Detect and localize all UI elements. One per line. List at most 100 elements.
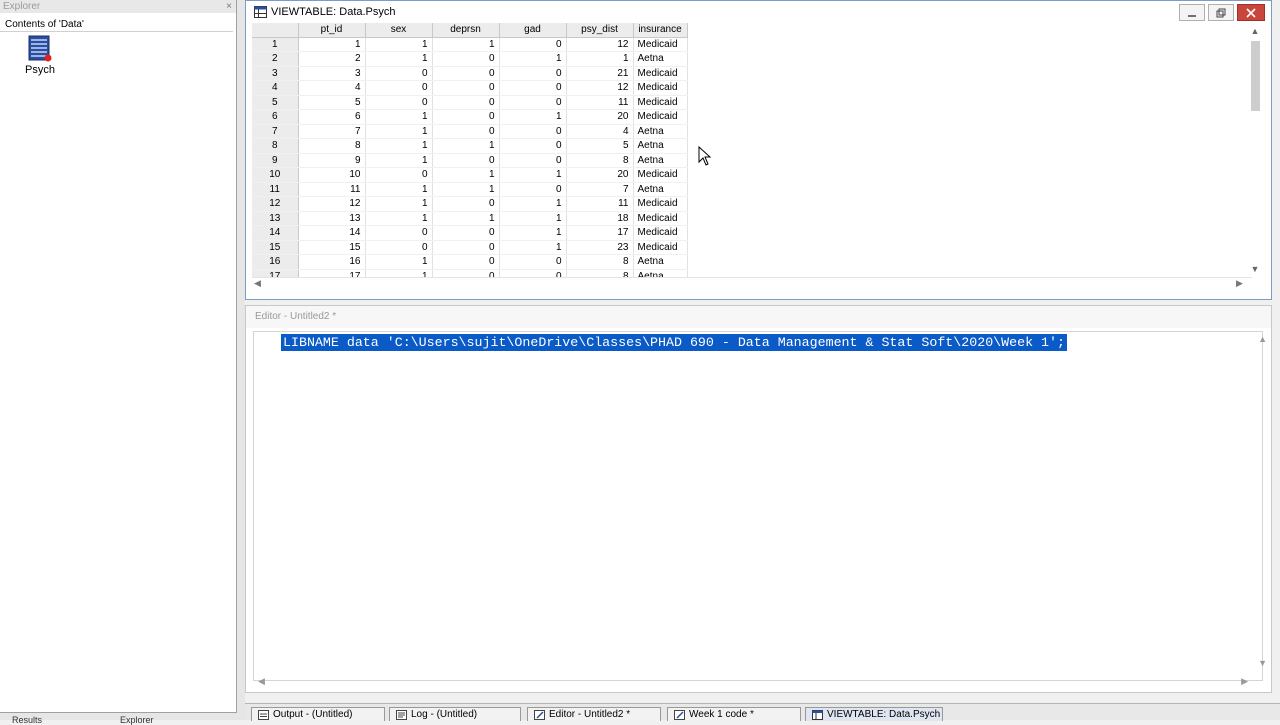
table-row[interactable]: 2 2 1 0 1 1 Aetna	[252, 51, 688, 67]
table-row[interactable]: 5 5 0 0 0 11 Medicaid	[252, 95, 688, 110]
table-cell[interactable]: 1	[365, 138, 433, 154]
row-number[interactable]: 5	[252, 95, 299, 110]
table-row[interactable]: 11 11 1 1 0 7 Aetna	[252, 182, 688, 197]
table-cell[interactable]: 0	[432, 196, 500, 212]
table-row[interactable]: 3 3 0 0 0 21 Medicaid	[252, 66, 688, 81]
table-cell[interactable]: Medicaid	[633, 167, 688, 183]
table-cell[interactable]: 0	[432, 51, 500, 67]
table-cell[interactable]: 12	[298, 196, 366, 212]
table-cell[interactable]: 0	[499, 95, 567, 110]
table-cell[interactable]: 20	[566, 167, 634, 183]
table-cell[interactable]: Medicaid	[633, 95, 688, 110]
table-cell[interactable]: Medicaid	[633, 196, 688, 212]
table-cell[interactable]: 15	[298, 240, 366, 255]
table-cell[interactable]: 1	[365, 269, 433, 277]
row-number[interactable]: 15	[252, 240, 299, 255]
scroll-left-icon[interactable]: ◀	[258, 676, 265, 687]
table-cell[interactable]: 21	[566, 66, 634, 81]
table-cell[interactable]: 0	[432, 240, 500, 255]
table-cell[interactable]: 1	[499, 240, 567, 255]
tab-output[interactable]: Output - (Untitled)	[251, 707, 385, 721]
table-cell[interactable]: Medicaid	[633, 66, 688, 81]
row-number[interactable]: 2	[252, 51, 299, 67]
close-button[interactable]	[1237, 4, 1265, 21]
column-header[interactable]: gad	[499, 23, 567, 38]
table-cell[interactable]: 0	[432, 66, 500, 81]
table-cell[interactable]: 1	[365, 109, 433, 125]
table-cell[interactable]: 9	[298, 153, 366, 168]
minimize-button[interactable]	[1179, 4, 1205, 21]
table-cell[interactable]: 0	[432, 153, 500, 168]
tab-results[interactable]: Results	[12, 715, 42, 725]
table-cell[interactable]: 0	[499, 153, 567, 168]
table-cell[interactable]: 5	[566, 138, 634, 154]
row-number[interactable]: 9	[252, 153, 299, 168]
table-cell[interactable]: 0	[365, 95, 433, 110]
table-cell[interactable]: 0	[432, 124, 500, 139]
column-header[interactable]: insurance	[633, 23, 688, 38]
table-cell[interactable]: 3	[298, 66, 366, 81]
tab-viewtable[interactable]: VIEWTABLE: Data.Psych	[805, 707, 943, 721]
table-cell[interactable]: 12	[566, 80, 634, 96]
row-number[interactable]: 11	[252, 182, 299, 197]
scroll-down-icon[interactable]: ▼	[1258, 658, 1267, 668]
table-cell[interactable]: 1	[499, 196, 567, 212]
table-row[interactable]: 14 14 0 0 1 17 Medicaid	[252, 225, 688, 241]
table-cell[interactable]: 7	[566, 182, 634, 197]
row-number[interactable]: 8	[252, 138, 299, 154]
tab-explorer[interactable]: Explorer	[120, 715, 154, 725]
table-cell[interactable]: Medicaid	[633, 80, 688, 96]
table-cell[interactable]: 6	[298, 109, 366, 125]
table-cell[interactable]: 11	[566, 95, 634, 110]
row-number[interactable]: 13	[252, 211, 299, 226]
editor-horizontal-scrollbar[interactable]: ◀ ▶	[258, 676, 1248, 688]
editor-title[interactable]: Editor - Untitled2 *	[246, 306, 1271, 328]
table-row[interactable]: 16 16 1 0 0 8 Aetna	[252, 254, 688, 270]
table-cell[interactable]: 1	[499, 211, 567, 226]
row-number[interactable]: 16	[252, 254, 299, 270]
table-cell[interactable]: 0	[499, 182, 567, 197]
table-cell[interactable]: Aetna	[633, 254, 688, 270]
table-cell[interactable]: 4	[298, 80, 366, 96]
table-cell[interactable]: 17	[566, 225, 634, 241]
table-cell[interactable]: 18	[566, 211, 634, 226]
table-row[interactable]: 1 1 1 1 0 12 Medicaid	[252, 37, 688, 52]
table-cell[interactable]: 1	[365, 51, 433, 67]
tab-editor-untitled2[interactable]: Editor - Untitled2 *	[527, 707, 661, 721]
table-cell[interactable]: 8	[298, 138, 366, 154]
table-cell[interactable]: Medicaid	[633, 211, 688, 226]
row-number[interactable]: 10	[252, 167, 299, 183]
table-cell[interactable]: 1	[432, 37, 500, 52]
table-cell[interactable]: 1	[432, 211, 500, 226]
table-cell[interactable]: 8	[566, 153, 634, 168]
table-cell[interactable]: Aetna	[633, 153, 688, 168]
row-number[interactable]: 7	[252, 124, 299, 139]
table-cell[interactable]: 8	[566, 269, 634, 277]
table-cell[interactable]: Aetna	[633, 182, 688, 197]
table-cell[interactable]: 0	[365, 66, 433, 81]
row-number[interactable]: 3	[252, 66, 299, 81]
viewtable-title-bar[interactable]: VIEWTABLE: Data.Psych	[246, 1, 1271, 23]
table-cell[interactable]: 12	[566, 37, 634, 52]
table-cell[interactable]: 0	[432, 80, 500, 96]
table-cell[interactable]: 2	[298, 51, 366, 67]
table-cell[interactable]: 10	[298, 167, 366, 183]
row-number[interactable]: 12	[252, 196, 299, 212]
table-cell[interactable]: 1	[365, 196, 433, 212]
restore-button[interactable]	[1208, 4, 1234, 21]
table-row[interactable]: 4 4 0 0 0 12 Medicaid	[252, 80, 688, 96]
tab-log[interactable]: Log - (Untitled)	[389, 707, 521, 721]
column-header[interactable]: pt_id	[298, 23, 366, 38]
row-number[interactable]: 6	[252, 109, 299, 125]
table-cell[interactable]: 0	[432, 269, 500, 277]
table-row[interactable]: 17 17 1 0 0 8 Aetna	[252, 269, 688, 277]
scroll-left-icon[interactable]: ◀	[254, 278, 261, 289]
table-cell[interactable]: 1	[499, 225, 567, 241]
table-cell[interactable]: 14	[298, 225, 366, 241]
row-number[interactable]: 4	[252, 80, 299, 96]
table-cell[interactable]: 1	[365, 254, 433, 270]
scroll-thumb[interactable]	[1251, 41, 1260, 111]
row-number[interactable]: 14	[252, 225, 299, 241]
tab-week1-code[interactable]: Week 1 code *	[667, 707, 801, 721]
table-row[interactable]: 9 9 1 0 0 8 Aetna	[252, 153, 688, 168]
